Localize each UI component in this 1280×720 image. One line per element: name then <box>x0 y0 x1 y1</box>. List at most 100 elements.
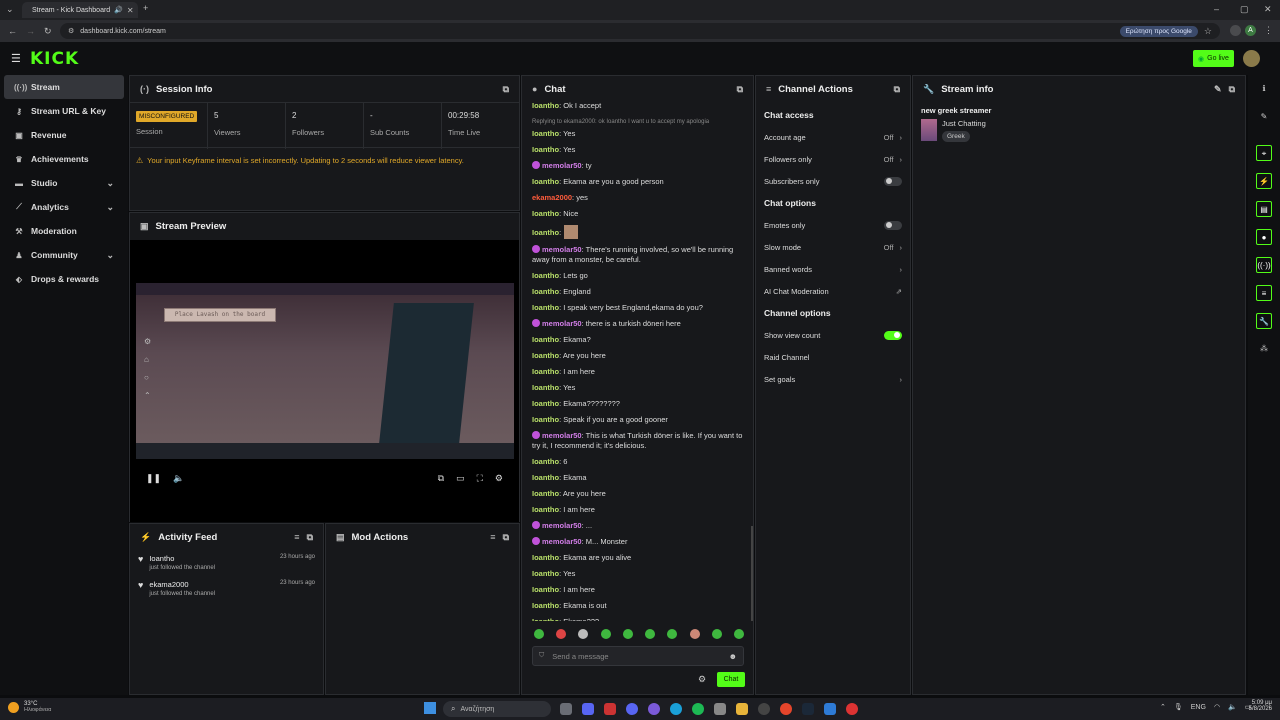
start-icon[interactable] <box>424 702 436 714</box>
profile-avatar[interactable]: A <box>1245 25 1256 36</box>
chat-username[interactable]: Ioantho <box>532 145 559 154</box>
minimize-icon[interactable]: – <box>1214 4 1219 14</box>
chat-username[interactable]: Ioantho <box>532 399 559 408</box>
pencil-icon[interactable]: ✎ <box>1256 109 1272 125</box>
chat-username[interactable]: memolar50 <box>542 161 582 170</box>
settings-icon[interactable]: ⚙ <box>495 473 503 484</box>
chat-scrollbar[interactable] <box>751 526 753 621</box>
ai-moderation-row[interactable]: AI Chat Moderation ⇗ <box>764 280 902 302</box>
subscribers-only-toggle[interactable] <box>884 176 902 186</box>
edit-icon[interactable]: ✎ <box>1214 84 1222 95</box>
activity-user[interactable]: ekama2000 <box>149 580 215 589</box>
chat-username[interactable]: Ioantho <box>532 271 559 280</box>
chat-username[interactable]: memolar50 <box>542 431 582 440</box>
user-avatar[interactable] <box>1243 50 1260 67</box>
emote-icon[interactable] <box>645 629 656 639</box>
chat-username[interactable]: Ioantho <box>532 228 559 237</box>
category-name[interactable]: Just Chatting <box>942 119 986 128</box>
emote-icon[interactable] <box>556 629 567 639</box>
go-live-button[interactable]: ◉ Go live <box>1193 50 1234 67</box>
reload-icon[interactable]: ↻ <box>44 26 52 37</box>
chat-username[interactable]: Ioantho <box>532 335 559 344</box>
extension-icon[interactable] <box>1230 25 1241 36</box>
emote-icon[interactable] <box>534 629 544 639</box>
chat-username[interactable]: Ioantho <box>532 367 559 376</box>
browser-tab[interactable]: Stream - Kick Dashboard 🔊 ✕ <box>22 2 138 18</box>
chat-username[interactable]: memolar50 <box>542 537 582 546</box>
wifi-icon[interactable]: ◠ <box>1214 703 1220 711</box>
language-indicator[interactable]: ENG <box>1191 704 1206 711</box>
popout-icon[interactable]: ⧉ <box>503 532 509 543</box>
discord-icon[interactable] <box>626 703 638 715</box>
sidebar-item-moderation[interactable]: ⚒ Moderation <box>4 219 124 243</box>
volume-icon[interactable]: 🔈 <box>173 473 184 484</box>
chat-username[interactable]: memolar50 <box>542 521 582 530</box>
popout-icon[interactable]: ⧉ <box>307 532 313 543</box>
filter-icon[interactable]: ≡ <box>490 532 495 542</box>
taskbar-search[interactable]: ⌕ Αναζήτηση <box>443 701 551 717</box>
emote-icon[interactable] <box>711 629 722 639</box>
app-icon[interactable] <box>758 703 770 715</box>
popout-icon[interactable]: ⧉ <box>894 84 900 95</box>
weather-widget[interactable]: 33°C Ηλιοφάνεια <box>8 701 51 713</box>
kick-logo[interactable]: KICK <box>30 49 79 69</box>
fullscreen-icon[interactable]: ⛶ <box>477 473 483 484</box>
popout-icon[interactable]: ⧉ <box>503 84 509 95</box>
account-age-row[interactable]: Account age Off › <box>764 126 902 148</box>
chat-settings-icon[interactable]: ⚙ <box>698 674 706 685</box>
google-lens-pill[interactable]: Ερώτηση προς Google <box>1119 25 1198 37</box>
file-explorer-icon[interactable] <box>736 703 748 715</box>
chat-username[interactable]: Ioantho <box>532 287 559 296</box>
chat-username[interactable]: Ioantho <box>532 553 559 562</box>
popout-icon[interactable]: ⧉ <box>1229 84 1235 95</box>
edge-icon[interactable] <box>670 703 682 715</box>
close-window-icon[interactable]: ✕ <box>1264 4 1272 15</box>
send-chat-button[interactable]: Chat <box>717 672 745 687</box>
slow-mode-row[interactable]: Slow mode Off › <box>764 236 902 258</box>
clock[interactable]: 5:09 μμ 5/8/2026 <box>1240 700 1272 712</box>
sidebar-item-stream-url-key[interactable]: ⚷ Stream URL & Key <box>4 99 124 123</box>
signal-icon[interactable]: ((·)) <box>1256 257 1272 273</box>
star-icon[interactable]: ☆ <box>1204 26 1212 37</box>
emote-icon[interactable] <box>667 629 678 639</box>
sidebar-item-community[interactable]: ♟ Community ⌄ <box>4 243 124 267</box>
task-view-icon[interactable] <box>560 703 572 715</box>
chat-username[interactable]: Ioantho <box>532 585 559 594</box>
chat-username[interactable]: Ioantho <box>532 617 559 621</box>
chat-input[interactable]: ⛉ Send a message ☻ <box>532 646 744 666</box>
chat-username[interactable]: ekama2000 <box>532 193 572 202</box>
sidebar-item-revenue[interactable]: ▣ Revenue <box>4 123 124 147</box>
volume-icon[interactable]: 🔈 <box>1228 703 1237 711</box>
chat-username[interactable]: Ioantho <box>532 209 559 218</box>
site-info-icon[interactable]: ⚙ <box>68 27 74 35</box>
sidebar-item-achievements[interactable]: ♛ Achievements <box>4 147 124 171</box>
sidebar-item-analytics[interactable]: ⟋ Analytics ⌄ <box>4 195 124 219</box>
app-icon[interactable] <box>604 703 616 715</box>
address-bar[interactable]: ⚙ dashboard.kick.com/stream Ερώτηση προς… <box>60 23 1220 39</box>
audio-icon[interactable]: 🔊 <box>114 6 123 14</box>
filter-icon[interactable]: ≡ <box>294 532 299 542</box>
app-icon[interactable] <box>714 703 726 715</box>
close-tab-icon[interactable]: ✕ <box>127 6 134 15</box>
app-icon[interactable] <box>846 703 858 715</box>
chat-username[interactable]: Ioantho <box>532 601 559 610</box>
chat-username[interactable]: Ioantho <box>532 457 559 466</box>
raid-channel-row[interactable]: Raid Channel <box>764 346 902 368</box>
chat-username[interactable]: Ioantho <box>532 129 559 138</box>
app-icon[interactable] <box>824 703 836 715</box>
emote-icon[interactable] <box>600 629 611 639</box>
back-icon[interactable]: ← <box>8 26 17 36</box>
popout-icon[interactable]: ⧉ <box>737 84 743 95</box>
activity-user[interactable]: Ioantho <box>149 554 215 563</box>
bolt-icon[interactable]: ⚡ <box>1256 173 1272 189</box>
chat-icon[interactable]: ● <box>1256 229 1272 245</box>
new-tab-icon[interactable]: + <box>143 3 148 13</box>
emoji-icon[interactable]: ☻ <box>729 652 737 661</box>
pause-icon[interactable]: ❚❚ <box>146 473 161 484</box>
chevron-up-icon[interactable]: ⌃ <box>1160 703 1166 711</box>
hamburger-menu-icon[interactable]: ☰ <box>11 52 21 65</box>
theater-icon[interactable]: ▭ <box>456 473 465 484</box>
banned-words-row[interactable]: Banned words › <box>764 258 902 280</box>
chat-username[interactable]: Ioantho <box>532 351 559 360</box>
emote-icon[interactable] <box>578 629 589 639</box>
